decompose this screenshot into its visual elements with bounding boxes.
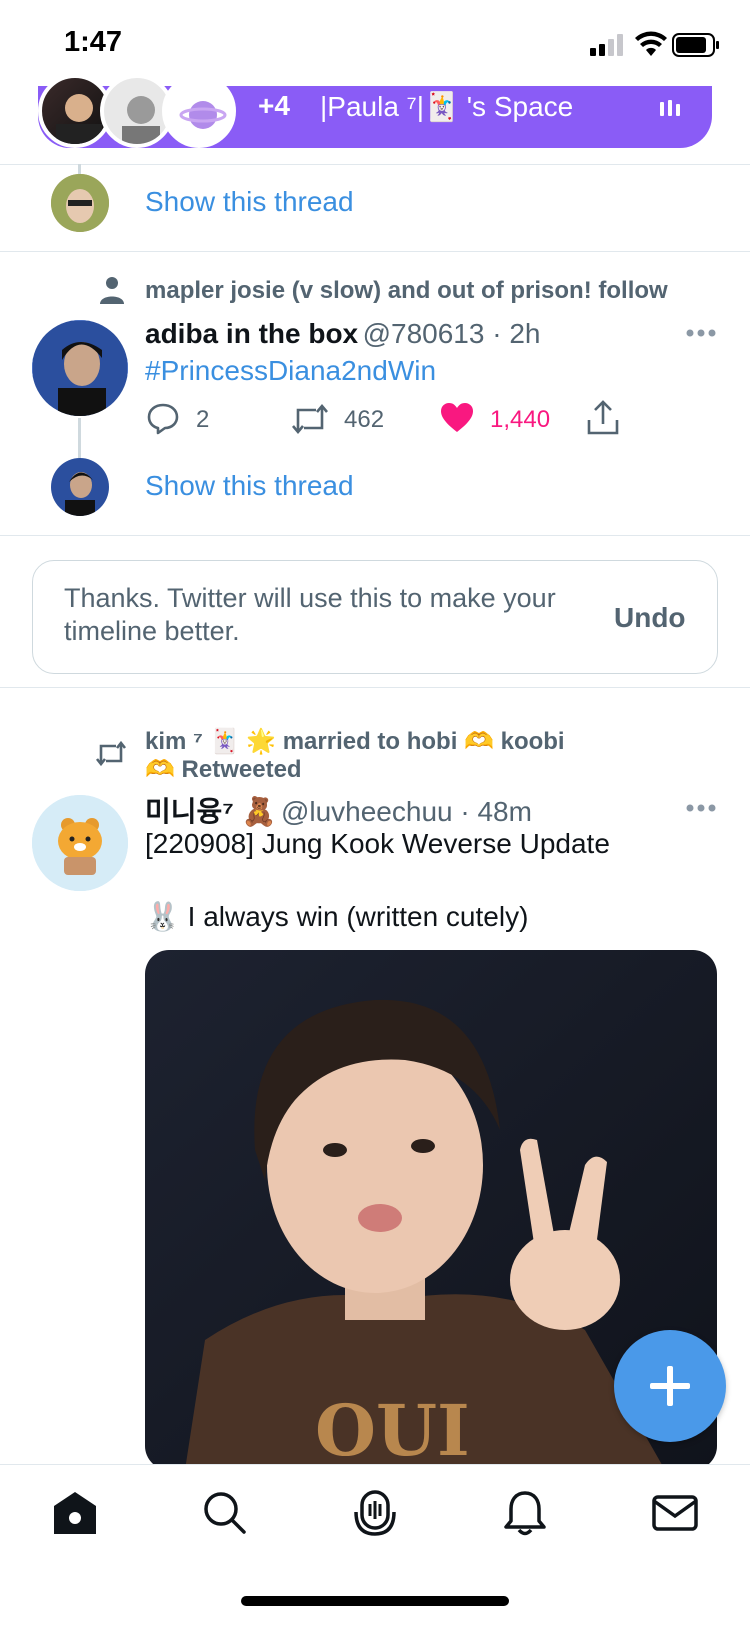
retweet-icon[interactable]: [290, 402, 330, 436]
svg-text:OUI: OUI: [315, 1389, 470, 1470]
divider: [0, 164, 750, 165]
compose-tweet-button[interactable]: [614, 1330, 726, 1442]
show-thread-link[interactable]: Show this thread: [145, 470, 354, 502]
divider: [0, 535, 750, 536]
social-context[interactable]: mapler josie (v slow) and out of prison!…: [145, 277, 668, 305]
status-time: 1:47: [64, 26, 123, 58]
author-handle-time[interactable]: @luvheechuu · 48m: [281, 796, 532, 827]
search-icon[interactable]: [200, 1488, 250, 1538]
audio-levels-icon: [660, 100, 680, 116]
retweeted-icon: [95, 740, 127, 767]
tweet-header: adiba in the box @780613 · 2h: [145, 318, 540, 350]
tweet-text-line: 🐰 I always win (written cutely): [145, 901, 529, 932]
divider: [0, 687, 750, 688]
author-handle-time[interactable]: @780613 · 2h: [363, 318, 541, 349]
reply-count: 2: [196, 406, 210, 433]
reply-icon[interactable]: [146, 402, 180, 436]
feedback-message: Thanks. Twitter will use this to make yo…: [64, 583, 556, 646]
home-icon[interactable]: [50, 1488, 100, 1538]
retweeted-label: 🫶 Retweeted: [145, 756, 302, 783]
thread-avatar[interactable]: [51, 458, 109, 516]
show-thread-link[interactable]: Show this thread: [145, 186, 354, 218]
thread-avatar[interactable]: [51, 174, 109, 232]
wifi-icon: [635, 31, 667, 56]
author-name[interactable]: adiba in the box: [145, 318, 358, 349]
author-avatar[interactable]: [32, 320, 128, 416]
notifications-icon[interactable]: [500, 1488, 550, 1538]
thread-connector: [78, 418, 81, 458]
retweet-count: 462: [344, 406, 385, 433]
retweeted-by[interactable]: kim ⁷ 🃏 🌟 married to hobi 🫶 koobi: [145, 727, 565, 756]
battery-icon: [672, 33, 719, 57]
hashtag-link[interactable]: #PrincessDiana2ndWin: [145, 355, 436, 387]
tweet-header: 미니융⁷ 🧸 @luvheechuu · 48m: [145, 790, 532, 830]
cellular-signal-icon: [590, 34, 623, 56]
share-icon[interactable]: [586, 400, 620, 436]
space-participant-count: +4: [258, 90, 290, 121]
more-options-icon[interactable]: [686, 804, 716, 812]
person-icon: [100, 277, 124, 304]
spaces-icon[interactable]: [350, 1488, 400, 1538]
author-name[interactable]: 미니융⁷ 🧸: [145, 796, 276, 827]
home-indicator: [241, 1596, 509, 1606]
plus-icon: [650, 1366, 690, 1406]
tweet-text-line: [220908] Jung Kook Weverse Update: [145, 828, 610, 859]
divider: [0, 251, 750, 252]
thread-connector: [78, 164, 81, 174]
space-listener-avatar: [162, 74, 236, 148]
author-avatar[interactable]: [32, 795, 128, 891]
like-count: 1,440: [490, 406, 551, 433]
like-heart-icon[interactable]: [440, 402, 474, 434]
space-title: |Paula ⁷|🃏 's Space: [320, 91, 574, 122]
more-options-icon[interactable]: [686, 329, 716, 337]
messages-icon[interactable]: [650, 1488, 700, 1538]
undo-button[interactable]: Undo: [614, 602, 686, 634]
